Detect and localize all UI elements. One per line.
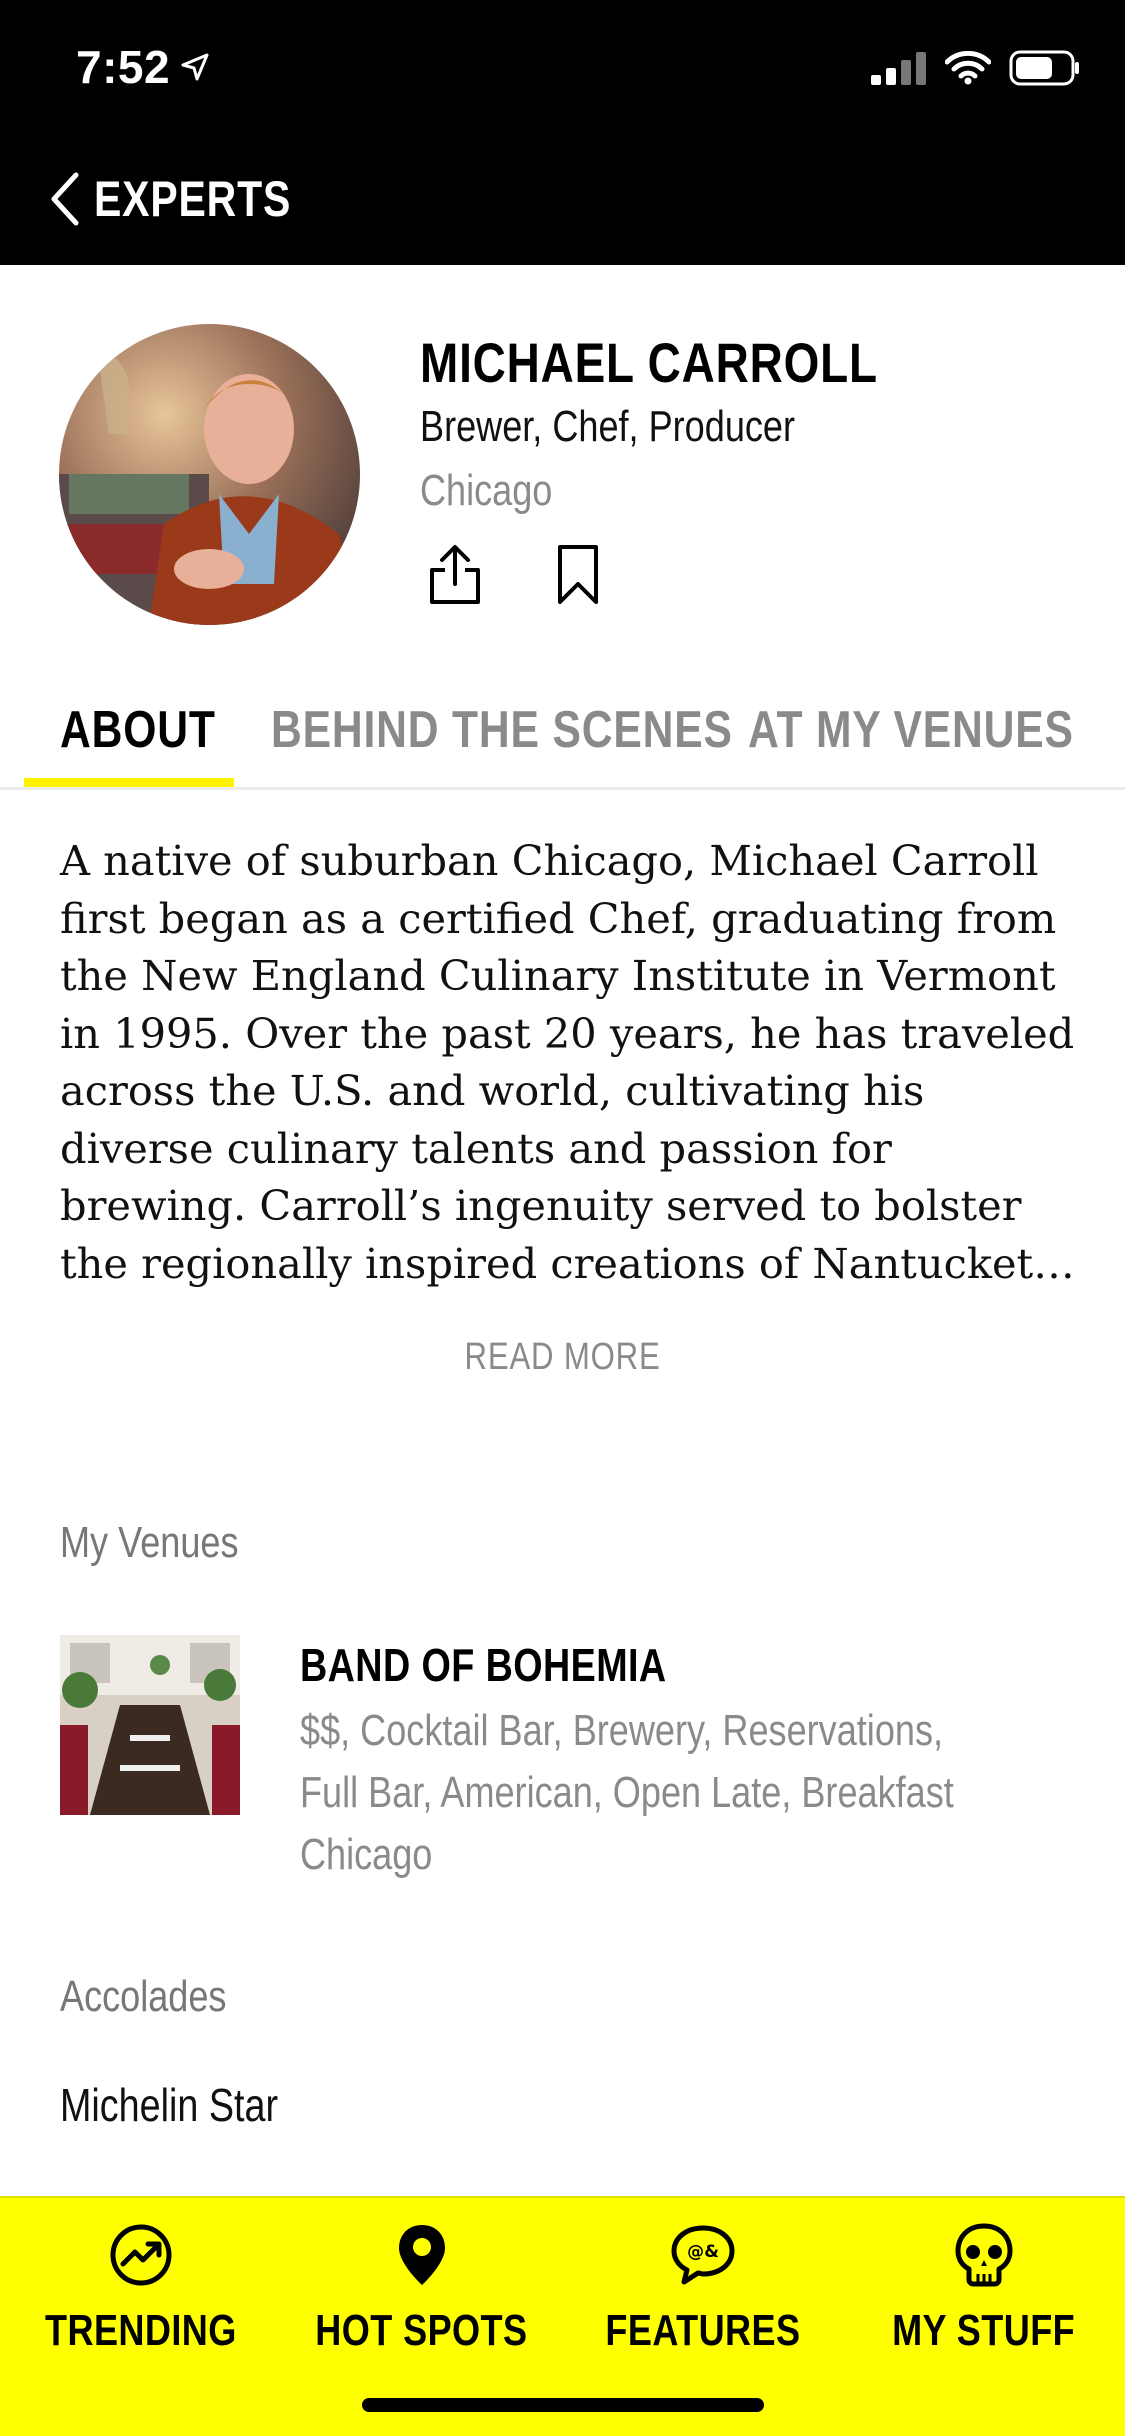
share-icon bbox=[430, 545, 480, 604]
nav-hot-spots-label: HOT SPOTS bbox=[315, 2306, 528, 2355]
accolade-item: Michelin Star bbox=[60, 2079, 279, 2131]
tab-at-my-venues[interactable]: AT MY VENUES bbox=[748, 700, 1125, 760]
bio-line: the regionally inspired creations of Nan… bbox=[60, 1238, 1075, 1288]
venue-thumbnail[interactable] bbox=[60, 1635, 240, 1815]
nav-hot-spots[interactable]: HOT SPOTS bbox=[281, 2222, 562, 2392]
nav-features-label: FEATURES bbox=[604, 2306, 801, 2355]
bio-line: brewing. Carroll’s ingenuity served to b… bbox=[60, 1181, 1022, 1230]
cellular-signal-icon bbox=[871, 52, 926, 85]
tab-about[interactable]: ABOUT bbox=[60, 700, 250, 760]
back-label: EXPERTS bbox=[94, 171, 292, 227]
bio-line: the New England Culinary Institute in Ve… bbox=[60, 951, 1056, 1000]
bookmark-button[interactable] bbox=[556, 544, 600, 606]
nav-trending-label: TRENDING bbox=[44, 2306, 237, 2355]
bio-line: across the U.S. and world, cultivating h… bbox=[60, 1066, 925, 1115]
svg-text:@&: @& bbox=[687, 2242, 719, 2262]
read-more-link[interactable]: READ MORE bbox=[0, 1336, 1125, 1379]
profile-photo bbox=[59, 324, 360, 625]
chat-bubble-icon: @& bbox=[671, 2225, 734, 2285]
status-time: 7:52 bbox=[76, 40, 210, 94]
home-indicator bbox=[362, 2398, 764, 2412]
avatar bbox=[59, 324, 360, 625]
venue-tag-line: $$, Cocktail Bar, Brewery, Reservations, bbox=[300, 1706, 944, 1755]
trending-icon bbox=[110, 2224, 171, 2286]
venue-tags: $$, Cocktail Bar, Brewery, Reservations,… bbox=[300, 1700, 1097, 1886]
venue-tag-line: Full Bar, American, Open Late, Breakfast bbox=[300, 1768, 954, 1817]
skull-icon bbox=[955, 2223, 1012, 2287]
share-button[interactable] bbox=[428, 544, 482, 606]
top-bar: 7:52 EXPERTS bbox=[0, 0, 1125, 265]
back-button[interactable]: EXPERTS bbox=[48, 170, 334, 228]
bio-line: diverse culinary talents and passion for bbox=[60, 1123, 892, 1173]
expert-roles: Brewer, Chef, Producer bbox=[420, 402, 796, 451]
status-time-text: 7:52 bbox=[76, 41, 171, 93]
battery-icon bbox=[1009, 50, 1079, 86]
profile-tabs: ABOUT BEHIND THE SCENES AT MY VENUES bbox=[0, 690, 1125, 790]
venue-tag-line: Chicago bbox=[300, 1830, 433, 1879]
expert-name: MICHAEL CARROLL bbox=[420, 331, 878, 394]
venue-name[interactable]: BAND OF BOHEMIA bbox=[300, 1638, 747, 1692]
status-icons bbox=[871, 50, 1081, 86]
bio-line: A native of suburban Chicago, Michael Ca… bbox=[60, 836, 1039, 885]
nav-trending[interactable]: TRENDING bbox=[0, 2222, 281, 2392]
nav-my-stuff[interactable]: MY STUFF bbox=[843, 2222, 1124, 2392]
chevron-left-icon bbox=[51, 172, 79, 226]
bookmark-icon bbox=[558, 545, 598, 604]
bio-text: A native of suburban Chicago, Michael Ca… bbox=[60, 832, 1075, 1292]
location-pin-icon bbox=[398, 2225, 445, 2285]
bio-line: first began as a certified Chef, graduat… bbox=[60, 893, 1057, 943]
active-tab-indicator bbox=[24, 778, 234, 787]
bio-line: in 1995. Over the past 20 years, he has … bbox=[60, 1008, 1075, 1058]
nav-features[interactable]: @& FEATURES bbox=[562, 2222, 843, 2392]
accolades-section-label: Accolades bbox=[60, 1972, 227, 2021]
venues-section-label: My Venues bbox=[60, 1518, 239, 1567]
location-arrow-icon bbox=[181, 53, 209, 81]
expert-city: Chicago bbox=[420, 466, 553, 515]
venue-photo bbox=[60, 1635, 240, 1815]
nav-my-stuff-label: MY STUFF bbox=[891, 2306, 1076, 2355]
wifi-icon bbox=[945, 51, 991, 85]
